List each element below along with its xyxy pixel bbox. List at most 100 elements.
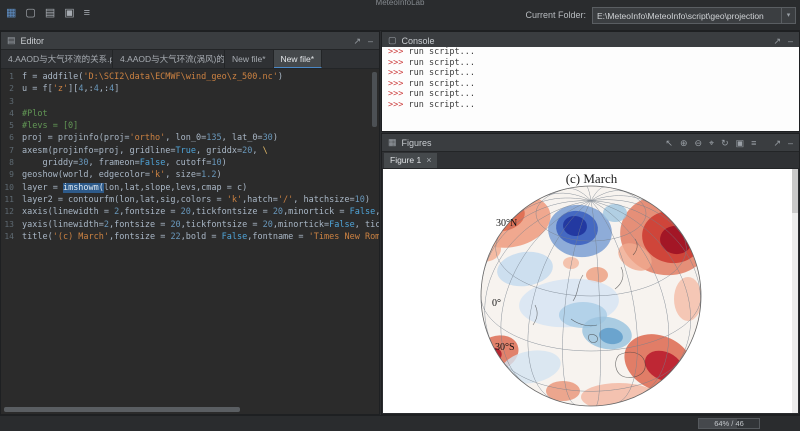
app-window-icon[interactable]: ▦	[6, 6, 16, 20]
figures-icon: ▦	[388, 137, 397, 148]
console-line: >>> run script...	[388, 68, 799, 79]
editor-tab[interactable]: 4.AAOD与大气环流的关系.py	[1, 50, 113, 68]
line-number: 5	[1, 120, 14, 132]
editor-title: Editor	[21, 36, 45, 46]
save-icon[interactable]: ▣	[64, 6, 74, 20]
code-line: u = f['z'][4,:4,:4]	[22, 83, 379, 95]
figure-area[interactable]: (c) March	[383, 169, 798, 413]
line-number: 10	[1, 182, 14, 194]
console-line: >>> run script...	[388, 100, 799, 111]
memory-text: 64% / 46	[699, 419, 759, 428]
code-editor[interactable]: 1234567891011121314 f = addfile('D:\SCI2…	[1, 69, 379, 405]
line-number: 13	[1, 219, 14, 231]
meteoinfo-window: MeteoInfoLab ▦ ▢ ▤ ▣ ≡ Current Folder: E:\Me…	[0, 0, 800, 431]
code-line: f = addfile('D:\SCI2\data\ECMWF\wind_geo…	[22, 71, 379, 83]
editor-hscrollbar[interactable]	[4, 407, 240, 412]
editor-tab[interactable]: New file*	[274, 50, 323, 68]
editor-tab[interactable]: New file*	[225, 50, 274, 68]
console-icon: ▢	[388, 35, 397, 46]
console-title: Console	[402, 36, 435, 46]
current-folder-label: Current Folder:	[525, 10, 586, 20]
zoom-out-icon[interactable]: ⊖	[694, 134, 702, 152]
figures-title: Figures	[402, 138, 432, 148]
console-prompt: >>>	[388, 100, 408, 110]
lat-label: 30°S	[495, 342, 515, 353]
dropdown-arrow-icon[interactable]: ▾	[781, 8, 795, 23]
console-output[interactable]: >>> run script...>>> run script...>>> ru…	[382, 47, 799, 131]
figure-vscrollbar[interactable]	[792, 169, 798, 413]
figure-tab[interactable]: Figure 1 ×	[384, 153, 437, 168]
figures-toolbar: ↖ ⊕ ⊖ ⌖ ↻ ▣ ≡	[665, 134, 756, 152]
layout-icon[interactable]: ≡	[84, 6, 90, 20]
code-line: griddy=30, frameon=False, cutoff=10)	[22, 157, 379, 169]
figure-tab-bar: Figure 1 ×	[382, 152, 799, 169]
topbar: MeteoInfoLab ▦ ▢ ▤ ▣ ≡ Current Folder: E:\Me…	[0, 0, 800, 31]
editor-panel-controls: ↗–	[353, 32, 373, 50]
line-number: 12	[1, 206, 14, 218]
lat-label: 30°N	[496, 218, 517, 229]
settings-icon[interactable]: ≡	[751, 134, 756, 152]
line-number: 2	[1, 83, 14, 95]
close-icon[interactable]: ×	[426, 155, 431, 165]
figure-scroll-thumb[interactable]	[792, 169, 798, 213]
editor-tab[interactable]: 4.AAOD与大气环流(涡风)的关系.py	[113, 50, 225, 68]
console-line: >>> run script...	[388, 47, 799, 58]
editor-vscrollbar[interactable]	[372, 72, 377, 127]
code-line: title('(c) March',fontsize = 22,bold = F…	[22, 231, 379, 243]
minimize-icon[interactable]: –	[788, 134, 793, 152]
app-title: MeteoInfoLab	[0, 0, 800, 7]
line-number: 11	[1, 194, 14, 206]
editor-panel: ▤ Editor ↗– 4.AAOD与大气环流的关系.py4.AAOD与大气环流…	[0, 31, 380, 415]
pan-icon[interactable]: ⌖	[709, 134, 714, 152]
float-icon[interactable]: ↗	[353, 32, 361, 50]
console-line: >>> run script...	[388, 58, 799, 69]
console-line: >>> run script...	[388, 89, 799, 100]
line-number: 9	[1, 169, 14, 181]
editor-tabs: 4.AAOD与大气环流的关系.py4.AAOD与大气环流(涡风)的关系.pyNe…	[1, 50, 379, 69]
line-number: 8	[1, 157, 14, 169]
code-line: geoshow(world, edgecolor='k', size=1.2)	[22, 169, 379, 181]
topbar-icons: ▦ ▢ ▤ ▣ ≡	[6, 6, 90, 20]
figures-panel-controls: ↗–	[773, 134, 793, 152]
float-icon[interactable]: ↗	[773, 134, 781, 152]
line-number: 7	[1, 145, 14, 157]
code-line: #levs = [0]	[22, 120, 379, 132]
figures-header[interactable]: ▦ Figures ↖ ⊕ ⊖ ⌖ ↻ ▣ ≡ ↗–	[382, 134, 799, 152]
console-prompt: >>>	[388, 47, 408, 57]
new-file-icon[interactable]: ▢	[25, 6, 35, 20]
code-area[interactable]: f = addfile('D:\SCI2\data\ECMWF\wind_geo…	[17, 69, 379, 405]
minimize-icon[interactable]: –	[368, 32, 373, 50]
editor-header[interactable]: ▤ Editor ↗–	[1, 32, 379, 50]
current-folder-combo[interactable]: E:\MeteoInfo\MeteoInfo\script\geo\projec…	[592, 7, 796, 24]
console-line: >>> run script...	[388, 79, 799, 90]
code-line	[22, 96, 379, 108]
open-folder-icon[interactable]: ▤	[45, 6, 55, 20]
select-icon[interactable]: ↖	[665, 134, 673, 152]
console-prompt: >>>	[388, 89, 408, 99]
line-number: 6	[1, 132, 14, 144]
lat-label: 0°	[492, 298, 501, 309]
console-prompt: >>>	[388, 68, 408, 78]
console-prompt: >>>	[388, 58, 408, 68]
figure-tab-label: Figure 1	[390, 155, 421, 165]
memory-indicator[interactable]: 64% / 46	[698, 418, 760, 429]
statusbar: 64% / 46	[0, 415, 800, 431]
zoom-in-icon[interactable]: ⊕	[680, 134, 688, 152]
code-line: yaxis(linewidth=2,fontsize = 20,tickfont…	[22, 219, 379, 231]
globe-plot	[383, 169, 798, 413]
identify-icon[interactable]: ▣	[736, 134, 745, 152]
line-number: 1	[1, 71, 14, 83]
code-line: proj = projinfo(proj='ortho', lon_0=135,…	[22, 132, 379, 144]
line-number-gutter: 1234567891011121314	[1, 69, 17, 405]
current-folder-value: E:\MeteoInfo\MeteoInfo\script\geo\projec…	[593, 11, 781, 21]
figure-plot-title: (c) March	[383, 171, 798, 187]
rotate-icon[interactable]: ↻	[721, 134, 729, 152]
code-line: #Plot	[22, 108, 379, 120]
code-line: layer2 = contourfm(lon,lat,sig,colors = …	[22, 194, 379, 206]
line-number: 4	[1, 108, 14, 120]
editor-icon: ▤	[7, 35, 16, 46]
figures-panel: ▦ Figures ↖ ⊕ ⊖ ⌖ ↻ ▣ ≡ ↗– Figure 1 × (c) Marc…	[381, 133, 800, 415]
console-panel: ▢ Console ↗– >>> run script...>>> run sc…	[381, 31, 800, 132]
line-number: 3	[1, 96, 14, 108]
code-line: xaxis(linewidth = 2,fontsize = 20,tickfo…	[22, 206, 379, 218]
